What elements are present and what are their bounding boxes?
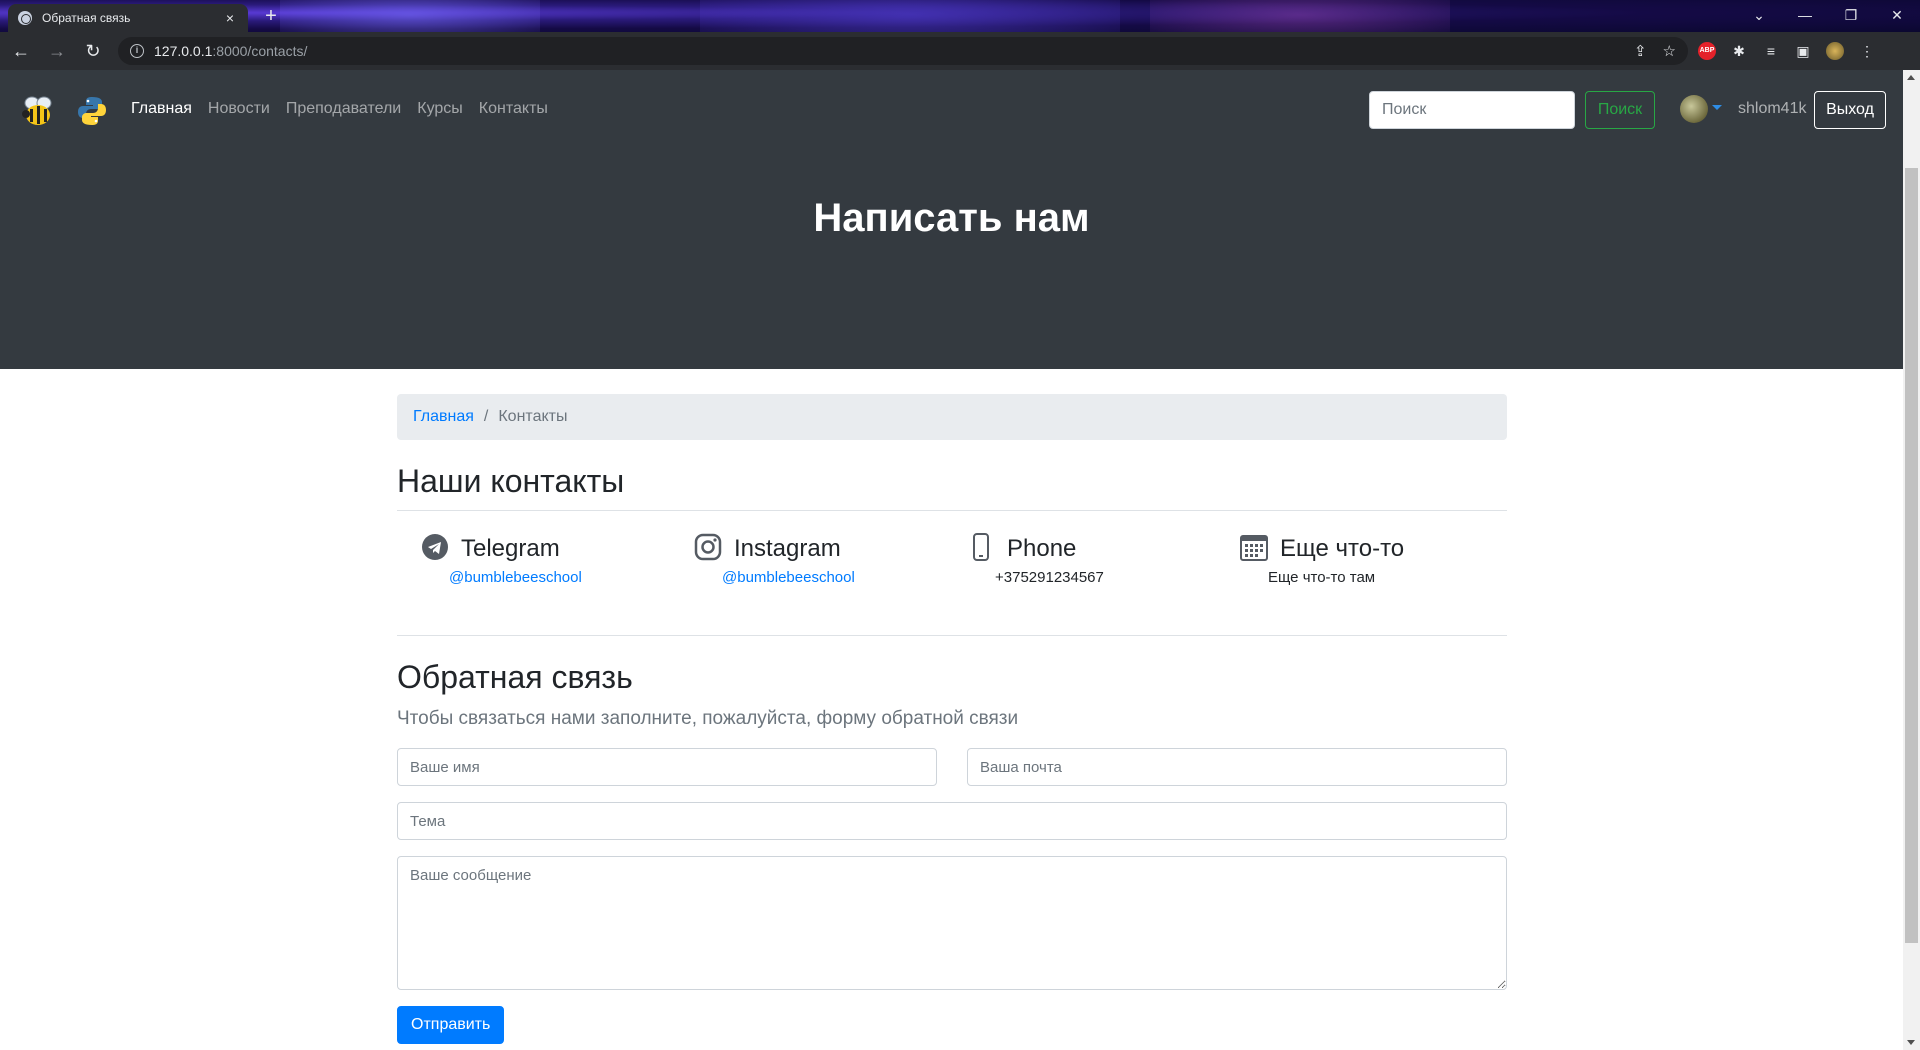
divider: [397, 635, 1507, 636]
feedback-lead: Чтобы связаться нами заполните, пожалуйс…: [397, 708, 1019, 729]
chevron-down-icon[interactable]: [1712, 105, 1722, 110]
adblock-icon[interactable]: ABP: [1698, 42, 1716, 60]
submit-button[interactable]: Отправить: [397, 1006, 505, 1044]
contact-other-value: Еще что-то там: [1268, 569, 1376, 586]
back-icon[interactable]: ←: [6, 36, 36, 66]
browser-tabstrip: Обратная связь × + ⌄ — ❐ ✕: [0, 0, 1920, 32]
contact-title: Еще что-то: [1280, 535, 1405, 562]
close-window-button[interactable]: ✕: [1874, 0, 1920, 30]
nav-link-teachers[interactable]: Преподаватели: [286, 100, 401, 118]
nav-link-home[interactable]: Главная: [131, 100, 192, 118]
contact-item-other: Еще что-то Еще что-то там: [1216, 533, 1489, 593]
new-tab-button[interactable]: +: [258, 4, 284, 30]
menu-icon[interactable]: ⋮: [1858, 42, 1876, 60]
python-logo-icon[interactable]: [76, 95, 108, 127]
share-icon[interactable]: ⇪: [1634, 42, 1647, 60]
nav-link-news[interactable]: Новости: [208, 100, 270, 118]
url-host: 127.0.0.1: [154, 43, 213, 59]
phone-icon: [973, 533, 989, 561]
search-button[interactable]: Поиск: [1585, 91, 1655, 129]
globe-icon: [18, 11, 32, 25]
reading-list-icon[interactable]: ≡: [1762, 42, 1780, 60]
hero-title: Написать нам: [813, 196, 1090, 240]
url-path: :8000/contacts/: [212, 43, 308, 59]
contact-title: Instagram: [734, 535, 841, 562]
side-panel-icon[interactable]: ▣: [1794, 42, 1812, 60]
contacts-title: Наши контакты: [397, 463, 625, 499]
contact-title: Phone: [1007, 535, 1077, 562]
nav-link-courses[interactable]: Курсы: [417, 100, 463, 118]
instagram-link[interactable]: @bumblebeeschool: [722, 569, 855, 586]
feedback-form: Отправить: [397, 748, 1507, 1044]
search-input[interactable]: [1369, 91, 1575, 129]
nav-link-contacts[interactable]: Контакты: [479, 100, 548, 118]
breadcrumb-home-link[interactable]: Главная: [413, 408, 474, 426]
browser-tab[interactable]: Обратная связь ×: [8, 4, 248, 32]
contact-item-telegram: Telegram @bumblebeeschool: [397, 533, 670, 593]
close-tab-icon[interactable]: ×: [222, 10, 238, 26]
tab-title: Обратная связь: [42, 11, 131, 25]
breadcrumb-current: Контакты: [498, 408, 568, 425]
email-field[interactable]: [967, 748, 1507, 786]
restore-button[interactable]: ❐: [1828, 0, 1874, 30]
telegram-icon: [422, 534, 448, 560]
minimize-button[interactable]: —: [1782, 0, 1828, 30]
tab-search-button[interactable]: ⌄: [1736, 0, 1782, 30]
subject-field[interactable]: [397, 802, 1507, 840]
site-header: Главная Новости Преподаватели Курсы Конт…: [0, 70, 1903, 369]
feedback-title: Обратная связь: [397, 659, 633, 695]
background-decoration: [280, 0, 540, 32]
user-avatar[interactable]: [1680, 95, 1708, 123]
contact-title: Telegram: [461, 535, 560, 562]
nav-links: Главная Новости Преподаватели Курсы Конт…: [131, 100, 548, 118]
forward-icon[interactable]: →: [42, 36, 72, 66]
reload-icon[interactable]: ↻: [78, 36, 108, 66]
phone-number: +375291234567: [995, 569, 1104, 586]
browser-toolbar: ← → ↻ i 127.0.0.1:8000/contacts/ ⇪ ☆ ABP…: [0, 32, 1920, 70]
name-field[interactable]: [397, 748, 937, 786]
bookmark-star-icon[interactable]: ☆: [1663, 42, 1676, 60]
background-decoration: [1150, 0, 1450, 32]
bee-logo-icon[interactable]: [20, 95, 56, 127]
page-scrollbar[interactable]: [1903, 70, 1920, 1050]
message-field[interactable]: [397, 856, 1507, 990]
instagram-icon: [694, 533, 722, 561]
username: shlom41k: [1738, 100, 1807, 117]
info-icon[interactable]: i: [130, 44, 144, 58]
address-bar[interactable]: i 127.0.0.1:8000/contacts/ ⇪ ☆: [118, 37, 1688, 65]
main-content: Главная / Контакты Наши контакты Telegra…: [397, 394, 1507, 1044]
contacts-list: Telegram @bumblebeeschool Instagram @bum…: [397, 533, 1507, 593]
breadcrumb-separator: /: [483, 408, 489, 425]
scrollbar-thumb[interactable]: [1905, 168, 1918, 943]
breadcrumb: Главная / Контакты: [397, 394, 1507, 440]
logout-button[interactable]: Выход: [1814, 91, 1886, 129]
contact-item-instagram: Instagram @bumblebeeschool: [670, 533, 943, 593]
navbar: Главная Новости Преподаватели Курсы Конт…: [0, 70, 1903, 150]
background-decoration: [700, 0, 1120, 32]
telegram-link[interactable]: @bumblebeeschool: [449, 569, 582, 586]
calendar-icon: [1240, 535, 1268, 561]
scroll-down-icon[interactable]: [1907, 1040, 1915, 1045]
extensions-icon[interactable]: ✱: [1730, 42, 1748, 60]
contact-item-phone: Phone +375291234567: [943, 533, 1216, 593]
scroll-up-icon[interactable]: [1907, 75, 1915, 80]
divider: [397, 510, 1507, 511]
profile-avatar[interactable]: [1826, 42, 1844, 60]
